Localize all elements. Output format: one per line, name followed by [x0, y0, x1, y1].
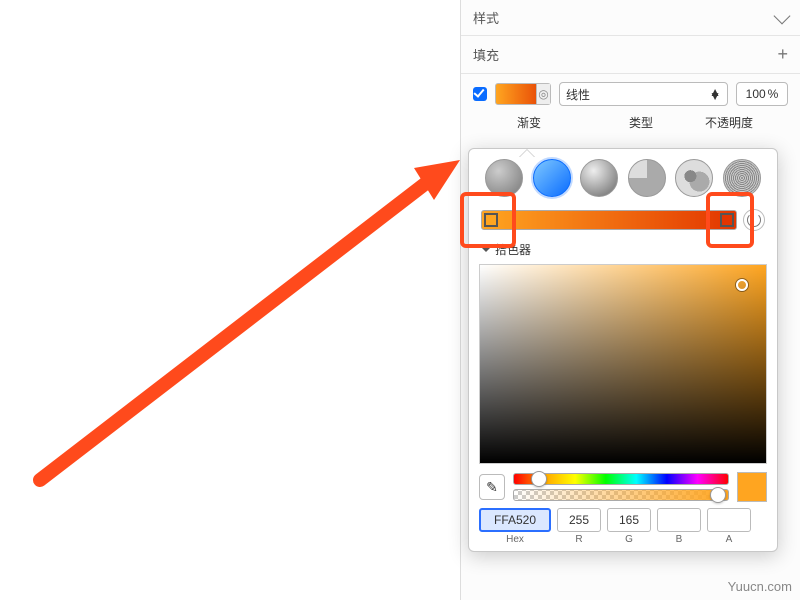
- fill-mode-row: [479, 159, 767, 205]
- updown-icon: ▲▼: [709, 90, 721, 98]
- alpha-slider[interactable]: [513, 489, 729, 501]
- opacity-value: 100: [746, 87, 766, 101]
- hex-label: Hex: [506, 534, 524, 545]
- opacity-unit: %: [768, 87, 779, 101]
- style-label: 样式: [473, 8, 499, 27]
- rotate-gradient-button[interactable]: [743, 209, 765, 231]
- gradient-preview: [496, 84, 536, 104]
- r-input[interactable]: 255: [557, 508, 601, 532]
- chevron-down-icon: [774, 7, 791, 24]
- fill-label: 填充: [473, 45, 499, 64]
- fill-sublabels: 渐变 类型 不透明度: [461, 114, 800, 137]
- add-fill-button[interactable]: +: [777, 44, 788, 65]
- r-group: 255 R: [557, 508, 601, 545]
- fill-enabled-checkbox[interactable]: [473, 87, 487, 101]
- eyedropper-button[interactable]: ✎: [479, 474, 505, 500]
- style-section-header[interactable]: 样式: [461, 0, 800, 36]
- fill-section-header: 填充 +: [461, 36, 800, 74]
- r-label: R: [575, 534, 582, 545]
- g-input[interactable]: 165: [607, 508, 651, 532]
- gradient-stop-right[interactable]: [720, 213, 734, 227]
- hue-slider[interactable]: [513, 473, 729, 485]
- mode-radial-gradient[interactable]: [580, 159, 618, 197]
- opacity-sublabel: 不透明度: [705, 114, 753, 131]
- fill-row: ◎ 线性 ▲▼ 100%: [461, 74, 800, 114]
- sv-cursor[interactable]: [736, 279, 748, 291]
- gradient-stop-left[interactable]: [484, 213, 498, 227]
- watermark: Yuucn.com: [728, 579, 792, 594]
- saturation-value-field[interactable]: [479, 264, 767, 464]
- a-group: A: [707, 508, 751, 545]
- picker-header[interactable]: 拾色器: [479, 241, 767, 264]
- gradient-editor: [479, 205, 767, 241]
- opacity-input[interactable]: 100%: [736, 82, 788, 106]
- mode-linear-gradient[interactable]: [533, 159, 571, 197]
- mode-solid[interactable]: [485, 159, 523, 197]
- color-values-row: FFA520 Hex 255 R 165 G B A: [479, 508, 767, 545]
- fill-type-value: 线性: [566, 86, 590, 103]
- gradient-bar[interactable]: [481, 210, 737, 230]
- type-sublabel: 类型: [629, 114, 653, 131]
- gradient-sublabel: 渐变: [517, 114, 541, 131]
- b-input[interactable]: [657, 508, 701, 532]
- mode-noise-fill[interactable]: [723, 159, 761, 197]
- color-preview-swatch: [737, 472, 767, 502]
- swatch-options-icon[interactable]: ◎: [536, 84, 550, 104]
- hex-input[interactable]: FFA520: [479, 508, 551, 532]
- hex-group: FFA520 Hex: [479, 508, 551, 545]
- mode-angular-gradient[interactable]: [628, 159, 666, 197]
- alpha-knob[interactable]: [710, 487, 726, 503]
- g-group: 165 G: [607, 508, 651, 545]
- disclosure-triangle-icon: [481, 247, 491, 257]
- g-label: G: [625, 534, 633, 545]
- b-group: B: [657, 508, 701, 545]
- sliders: [513, 473, 729, 501]
- picker-label: 拾色器: [495, 241, 531, 258]
- mode-image-fill[interactable]: [675, 159, 713, 197]
- b-label: B: [676, 534, 683, 545]
- color-popover: 拾色器 ✎ FFA520 Hex 255 R 165 G B A: [468, 148, 778, 552]
- a-label: A: [726, 534, 733, 545]
- fill-swatch[interactable]: ◎: [495, 83, 551, 105]
- fill-type-select[interactable]: 线性 ▲▼: [559, 82, 728, 106]
- hue-knob[interactable]: [531, 471, 547, 487]
- annotation-arrow: [30, 150, 460, 490]
- hue-alpha-row: ✎: [479, 472, 767, 502]
- a-input[interactable]: [707, 508, 751, 532]
